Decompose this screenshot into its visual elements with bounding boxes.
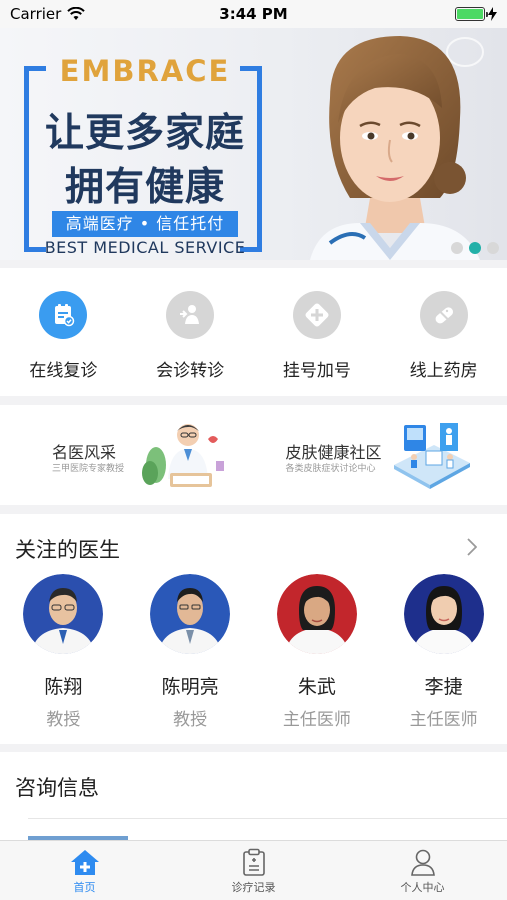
tab-label: 个人中心 [400,881,445,894]
pill-icon [419,291,468,339]
consult-referral-icon [166,291,215,339]
service-consult-referral[interactable]: 会诊转诊 [127,268,254,396]
doctor-title: 教授 [46,710,81,730]
doctor-title: 主任医师 [282,710,351,730]
doctor-card[interactable]: 陈明亮 教授 [127,574,254,730]
online-revisit-icon [39,291,88,339]
service-online-pharmacy[interactable]: 线上药房 [380,268,507,396]
doctor-name: 朱武 [297,676,336,698]
carousel-dot[interactable] [451,242,463,254]
banner-english-slogan: BEST MEDICAL SERVICE [44,238,246,257]
service-grid: 在线复诊 会诊转诊 挂号加号 线上药房 [0,268,507,396]
tab-profile[interactable]: 个人中心 [338,841,507,900]
banner-kicker: EMBRACE [59,54,231,88]
followed-doctors-section: 关注的医生 陈翔 教授 陈明亮 教授 朱武 主任医师 李捷 主任医师 [0,514,507,744]
battery-icon [455,7,488,21]
avatar [23,574,104,654]
avatar [150,574,231,654]
service-label: 会诊转诊 [156,361,225,381]
home-icon [70,850,99,875]
doctor-list: 陈翔 教授 陈明亮 教授 朱武 主任医师 李捷 主任医师 [0,574,507,730]
consultation-info-section: 咨询信息 [0,752,507,840]
status-right [455,7,497,21]
feature-subtitle: 各类皮肤症状讨论中心 [285,464,376,474]
feature-famous-doctors[interactable]: 名医风采 三甲医院专家教授 [0,405,254,505]
carousel-dot[interactable] [487,242,499,254]
feature-subtitle: 三甲医院专家教授 [52,464,125,474]
avatar [403,574,484,654]
avatar [276,574,357,654]
section-title: 关注的医生 [15,538,120,562]
tab-bar: 首页 诊疗记录 个人中心 [0,840,507,900]
carousel-indicator[interactable] [451,242,499,254]
person-icon [410,849,435,876]
doctor-title: 教授 [173,710,208,730]
service-label: 挂号加号 [282,361,351,381]
section-title: 咨询信息 [15,776,99,800]
doctor-card[interactable]: 朱武 主任医师 [254,574,381,730]
chevron-right-icon[interactable] [467,538,477,556]
service-register-plus[interactable]: 挂号加号 [254,268,381,396]
doctor-portrait-image [310,36,484,260]
wifi-icon [67,7,86,20]
doctor-title: 主任医师 [409,710,478,730]
service-label: 在线复诊 [29,361,98,381]
register-plus-icon [292,291,341,339]
doctor-card[interactable]: 陈翔 教授 [0,574,127,730]
doctor-illustration-icon [142,424,224,487]
status-left: Carrier [10,5,86,23]
promo-banner[interactable]: EMBRACE 让更多家庭 拥有健康 高端医疗 • 信任托付 BEST MEDI… [0,28,507,260]
banner-headline-line1: 让更多家庭 [44,111,245,156]
feature-skin-community[interactable]: 皮肤健康社区 各类皮肤症状讨论中心 [254,405,507,505]
doctor-card[interactable]: 李捷 主任医师 [380,574,507,730]
divider [28,818,507,819]
clipboard-icon [242,848,265,876]
banner-tagline: 高端医疗 • 信任托付 [52,211,238,237]
doctor-name: 陈明亮 [161,676,219,698]
status-bar: Carrier 3:44 PM [0,0,507,28]
tab-label: 诊疗记录 [231,881,276,894]
carousel-dot-active[interactable] [469,242,481,254]
service-label: 线上药房 [409,361,478,381]
tab-home[interactable]: 首页 [0,841,169,900]
feature-title: 名医风采 [52,443,117,462]
doctor-name: 李捷 [424,676,463,698]
doctor-name: 陈翔 [44,676,83,698]
clinic-illustration-icon [393,423,470,489]
feature-cards: 名医风采 三甲医院专家教授 皮肤健康社区 各类皮肤症状讨论中心 [0,405,507,505]
feature-title: 皮肤健康社区 [285,443,382,462]
charging-bolt-icon [488,7,497,21]
tab-records[interactable]: 诊疗记录 [169,841,338,900]
tab-label: 首页 [73,881,96,894]
banner-headline-line2: 拥有健康 [64,165,225,210]
carrier-label: Carrier [10,5,62,23]
service-online-revisit[interactable]: 在线复诊 [0,268,127,396]
battery-fill [457,9,483,19]
